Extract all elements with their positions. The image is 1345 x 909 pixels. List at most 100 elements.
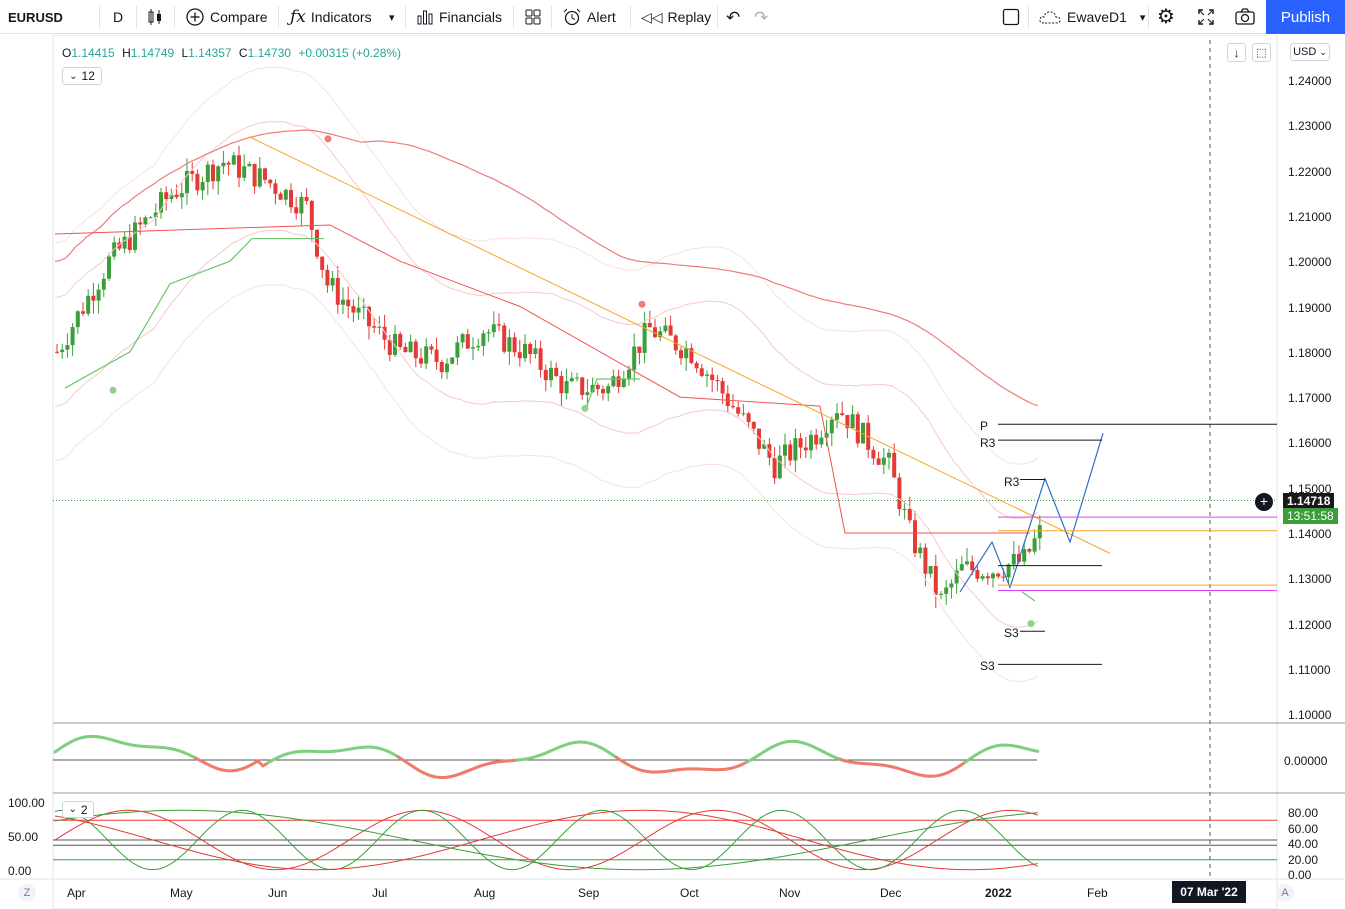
- candle-body: [278, 193, 283, 200]
- compare-plus-icon: [186, 8, 204, 26]
- settings-button[interactable]: ⚙: [1157, 0, 1175, 34]
- candle-body: [356, 307, 361, 313]
- layouts-button[interactable]: [524, 0, 542, 34]
- candle-body: [413, 341, 418, 359]
- candle-body: [699, 368, 704, 376]
- candle-body: [231, 155, 236, 165]
- candle-body: [268, 179, 273, 184]
- maximize-pane-button[interactable]: ⬚: [1252, 43, 1271, 62]
- candle-body: [325, 269, 330, 286]
- candle-body: [221, 162, 226, 167]
- marker-dot: [109, 386, 117, 394]
- pivot-s3-lower-label: S3: [980, 659, 995, 673]
- price-axis-label: 1.18000: [1288, 345, 1332, 360]
- candle-body: [1032, 538, 1037, 552]
- fullscreen-button[interactable]: [1196, 0, 1216, 34]
- replay-button[interactable]: ◁◁ Replay: [641, 0, 711, 34]
- undo-button[interactable]: ↶: [726, 0, 740, 34]
- financials-button[interactable]: Financials: [416, 0, 502, 34]
- candle-body: [751, 422, 756, 429]
- pane3-axis-label: 80.00: [1288, 806, 1319, 820]
- candle-body: [855, 414, 860, 444]
- candle-body: [476, 345, 481, 348]
- add-plus-icon[interactable]: +: [1255, 493, 1273, 511]
- indicators-label: Indicators: [310, 9, 372, 25]
- time-axis-label: Oct: [680, 886, 699, 900]
- candle-body: [902, 508, 907, 510]
- divider: [717, 6, 718, 28]
- pane3-collapse-toggle[interactable]: ⌄ 2: [62, 801, 94, 818]
- indicators-button[interactable]: ƒx Indicators: [290, 0, 372, 34]
- candle-body: [517, 352, 522, 359]
- time-axis-label: Feb: [1087, 886, 1108, 900]
- candle-body: [138, 222, 143, 225]
- candle-body: [497, 324, 501, 326]
- band-upper: [54, 66, 1039, 465]
- candle-body: [507, 337, 512, 352]
- candle-body: [107, 256, 111, 279]
- compare-button[interactable]: Compare: [185, 0, 268, 34]
- redo-button[interactable]: ↷: [754, 0, 768, 34]
- oscillator-segment: [1031, 748, 1040, 753]
- pane3-indicator-count: 2: [80, 802, 88, 817]
- candle-body: [1011, 553, 1016, 565]
- candle-body: [195, 173, 200, 191]
- candle-body: [361, 306, 366, 308]
- candle-body: [985, 576, 990, 579]
- candle-body: [647, 323, 652, 328]
- chart-type-button[interactable]: [146, 0, 164, 34]
- candle-body: [777, 455, 782, 479]
- fullscreen-box-button[interactable]: [1001, 0, 1021, 34]
- divider: [278, 6, 279, 28]
- marker-dot: [581, 404, 589, 412]
- candle-body: [419, 358, 423, 364]
- layout-name-button[interactable]: EwaveD1 ▾: [1038, 0, 1145, 34]
- candle-body: [283, 189, 288, 200]
- price-axis-label: 1.11000: [1288, 662, 1331, 677]
- fx-indicators-icon: ƒx: [290, 6, 306, 27]
- candle-body: [429, 346, 434, 350]
- divider: [136, 6, 137, 28]
- scroll-down-button[interactable]: ↓: [1227, 43, 1246, 62]
- candle-body: [205, 164, 210, 182]
- candle-body: [788, 444, 793, 461]
- candle-body: [746, 413, 751, 423]
- candle-body: [471, 347, 475, 349]
- candle-body: [881, 457, 886, 465]
- pane3-left-axis-label: 0.00: [8, 864, 32, 878]
- indicators-dropdown[interactable]: ▾: [389, 0, 395, 34]
- candle-body: [632, 346, 637, 370]
- chevron-down-icon: ⌄: [1319, 46, 1327, 57]
- undo-icon: ↶: [726, 7, 741, 27]
- price-axis-label: 1.13000: [1288, 572, 1332, 587]
- candle-body: [242, 166, 247, 178]
- currency-label: USD: [1293, 46, 1317, 58]
- candle-body: [549, 367, 553, 381]
- currency-selector[interactable]: USD ⌄: [1290, 43, 1330, 61]
- chart-canvas[interactable]: [0, 35, 1345, 909]
- snapshot-button[interactable]: [1234, 0, 1256, 34]
- fullscreen-box-icon: [1002, 8, 1020, 26]
- indicator-collapse-toggle[interactable]: ⌄ 12: [62, 67, 102, 85]
- publish-button[interactable]: Publish: [1266, 0, 1345, 34]
- timezone-button[interactable]: Z: [18, 884, 36, 902]
- candle-body: [543, 369, 548, 381]
- candle-body: [75, 311, 80, 328]
- candle-body: [601, 389, 605, 394]
- candle-body: [403, 346, 408, 353]
- auto-scale-button[interactable]: A: [1276, 884, 1294, 902]
- candle-body: [918, 547, 923, 554]
- candle-body: [133, 222, 137, 250]
- candle-body: [569, 378, 574, 382]
- candle-body: [1027, 549, 1032, 552]
- candle-body: [538, 348, 543, 370]
- candle-body: [465, 334, 470, 349]
- symbol-search[interactable]: EURUSD: [8, 0, 63, 34]
- candle-body: [679, 350, 683, 359]
- publish-label: Publish: [1280, 8, 1331, 26]
- candle-body: [237, 155, 241, 178]
- interval-button[interactable]: D: [113, 0, 123, 34]
- cloud-icon: [1039, 11, 1061, 24]
- layout-name-label: EwaveD1: [1067, 9, 1127, 25]
- alert-button[interactable]: Alert: [562, 0, 616, 34]
